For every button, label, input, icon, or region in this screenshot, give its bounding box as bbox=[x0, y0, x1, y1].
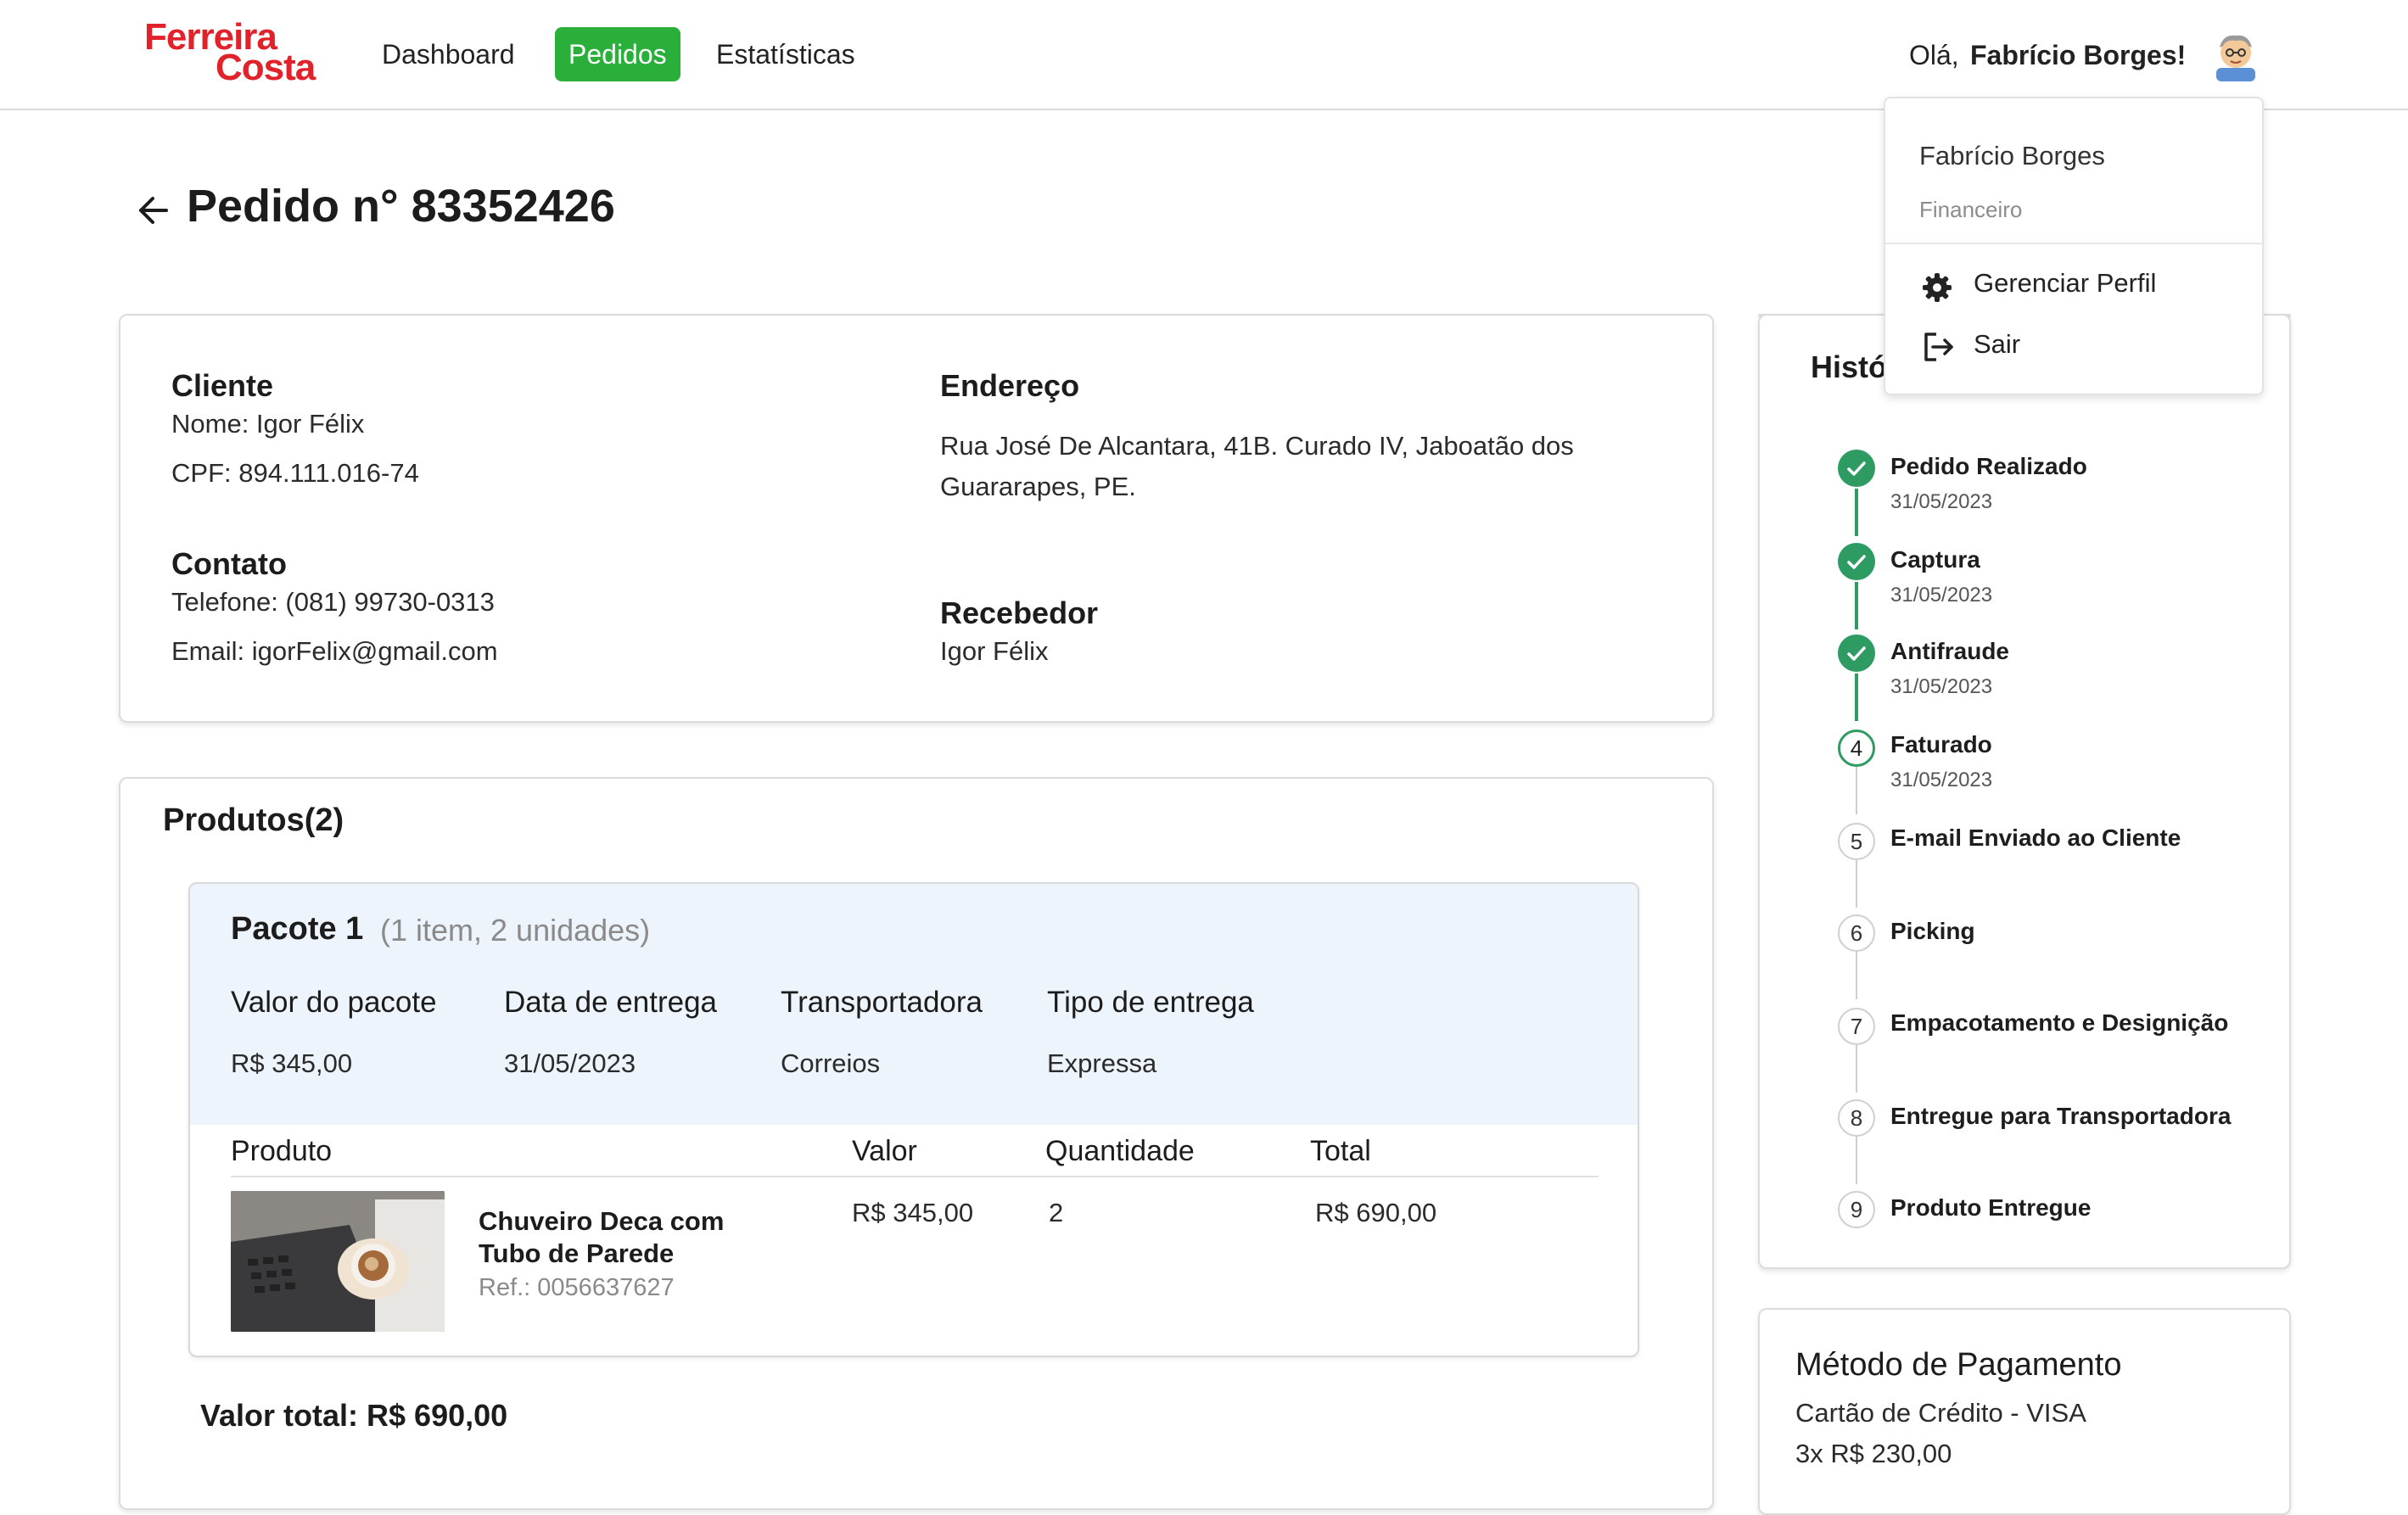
product-quantity: 2 bbox=[1049, 1198, 1064, 1227]
package-title: Pacote 1 bbox=[231, 911, 364, 947]
history-heading: Histó bbox=[1811, 349, 1887, 384]
field-label-valor-pacote: Valor do pacote bbox=[231, 986, 437, 1019]
nav-pedidos[interactable]: Pedidos bbox=[555, 27, 680, 81]
avatar-icon bbox=[2216, 35, 2255, 81]
field-value-valor-pacote: R$ 345,00 bbox=[231, 1048, 353, 1078]
order-total: Valor total: R$ 690,00 bbox=[200, 1398, 508, 1433]
step-number: 5 bbox=[1838, 823, 1875, 860]
greeting-prefix: Olá, bbox=[1909, 40, 1959, 70]
client-cpf: CPF: 894.111.016-74 bbox=[171, 458, 419, 488]
step-date: 31/05/2023 bbox=[1890, 769, 1993, 791]
step-number: 6 bbox=[1838, 914, 1875, 952]
page-title: Pedido n° 83352426 bbox=[187, 181, 615, 232]
timeline-connector bbox=[1856, 1137, 1857, 1184]
step-date: 31/05/2023 bbox=[1890, 490, 1993, 513]
field-label-transportadora: Transportadora bbox=[781, 986, 983, 1019]
col-header-valor: Valor bbox=[852, 1135, 917, 1167]
payment-installments: 3x R$ 230,00 bbox=[1795, 1439, 1952, 1468]
menu-user-name: Fabrício Borges bbox=[1919, 141, 2105, 171]
timeline-connector bbox=[1856, 860, 1857, 908]
timeline-connector bbox=[1856, 767, 1857, 814]
nav-dashboard[interactable]: Dashboard bbox=[382, 32, 515, 76]
client-name: Nome: Igor Félix bbox=[171, 409, 365, 439]
field-value-data-entrega: 31/05/2023 bbox=[504, 1048, 636, 1078]
contact-phone: Telefone: (081) 99730-0313 bbox=[171, 587, 495, 617]
step-title: E-mail Enviado ao Cliente bbox=[1890, 825, 2181, 851]
package-panel: Pacote 1 (1 item, 2 unidades) Valor do p… bbox=[188, 882, 1639, 1357]
field-label-tipo-entrega: Tipo de entrega bbox=[1047, 986, 1254, 1019]
address-heading: Endereço bbox=[940, 368, 1080, 403]
step-title: Faturado bbox=[1890, 731, 1992, 758]
menu-divider bbox=[1885, 243, 2262, 244]
package-subtitle: (1 item, 2 unidades) bbox=[380, 913, 651, 948]
timeline-connector bbox=[1855, 582, 1858, 629]
top-navbar: Ferreira Costa Dashboard Pedidos Estatís… bbox=[0, 0, 2408, 110]
payment-heading: Método de Pagamento bbox=[1795, 1347, 2122, 1383]
step-done-check-icon bbox=[1838, 450, 1875, 487]
col-header-total: Total bbox=[1310, 1135, 1371, 1167]
address-text: Rua José De Alcantara, 41B. Curado IV, J… bbox=[940, 431, 1574, 501]
product-thumbnail[interactable] bbox=[231, 1191, 445, 1332]
step-date: 31/05/2023 bbox=[1890, 584, 1993, 607]
menu-item-logout[interactable]: Sair bbox=[1885, 319, 2262, 378]
step-number: 9 bbox=[1838, 1191, 1875, 1228]
step-current-number: 4 bbox=[1838, 730, 1875, 767]
step-title: Captura bbox=[1890, 546, 1980, 573]
gear-icon bbox=[1921, 271, 1953, 304]
customer-info-card: Cliente Nome: Igor Félix CPF: 894.111.01… bbox=[119, 314, 1714, 723]
timeline-connector bbox=[1856, 952, 1857, 999]
product-image bbox=[231, 1191, 445, 1332]
timeline-connector bbox=[1855, 674, 1858, 721]
receiver-heading: Recebedor bbox=[940, 595, 1099, 630]
receiver-name: Igor Félix bbox=[940, 636, 1049, 666]
field-value-transportadora: Correios bbox=[781, 1048, 881, 1078]
step-number: 8 bbox=[1838, 1099, 1875, 1137]
menu-logout-label: Sair bbox=[1974, 329, 2021, 359]
client-heading: Cliente bbox=[171, 368, 274, 403]
payment-card: Método de Pagamento Cartão de Crédito - … bbox=[1758, 1308, 2291, 1515]
step-title: Pedido Realizado bbox=[1890, 453, 2087, 479]
timeline-connector bbox=[1855, 489, 1858, 536]
col-header-produto: Produto bbox=[231, 1135, 333, 1167]
logout-icon bbox=[1921, 329, 1957, 365]
step-title: Antifraude bbox=[1890, 638, 2009, 664]
step-date: 31/05/2023 bbox=[1890, 675, 1993, 698]
field-label-data-entrega: Data de entrega bbox=[504, 986, 718, 1019]
greeting-user-name: Fabrício Borges! bbox=[1970, 40, 2187, 70]
menu-manage-label: Gerenciar Perfil bbox=[1974, 268, 2157, 298]
step-title: Empacotamento e Designição bbox=[1890, 1009, 2229, 1036]
step-done-check-icon bbox=[1838, 635, 1875, 672]
product-name-line2[interactable]: Tubo de Parede bbox=[479, 1238, 674, 1269]
products-heading: Produtos(2) bbox=[163, 802, 344, 838]
timeline-connector bbox=[1856, 1045, 1857, 1093]
field-value-tipo-entrega: Expressa bbox=[1047, 1048, 1157, 1078]
step-title: Picking bbox=[1890, 918, 1975, 944]
user-dropdown-menu: Fabrício Borges Financeiro Gerenciar Per… bbox=[1884, 97, 2264, 395]
step-number: 7 bbox=[1838, 1008, 1875, 1045]
step-title: Entregue para Transportadora bbox=[1890, 1103, 2232, 1129]
product-ref: Ref.: 0056637627 bbox=[479, 1274, 675, 1301]
user-avatar[interactable] bbox=[2211, 29, 2260, 81]
table-divider bbox=[231, 1176, 1599, 1177]
product-name-line1[interactable]: Chuveiro Deca com bbox=[479, 1206, 724, 1237]
contact-email: Email: igorFelix@gmail.com bbox=[171, 636, 498, 666]
contact-heading: Contato bbox=[171, 546, 287, 581]
nav-estatisticas[interactable]: Estatísticas bbox=[716, 32, 855, 76]
payment-method: Cartão de Crédito - VISA bbox=[1795, 1398, 2086, 1428]
back-arrow-icon[interactable] bbox=[136, 188, 170, 232]
ferreira-costa-logo[interactable]: Ferreira Costa bbox=[143, 19, 321, 90]
step-done-check-icon bbox=[1838, 543, 1875, 580]
col-header-quantidade: Quantidade bbox=[1045, 1135, 1195, 1167]
menu-user-role: Financeiro bbox=[1919, 197, 2023, 222]
step-title: Produto Entregue bbox=[1890, 1194, 2092, 1221]
product-value: R$ 345,00 bbox=[852, 1198, 974, 1227]
menu-item-manage-profile[interactable]: Gerenciar Perfil bbox=[1885, 258, 2262, 317]
logo-line2: Costa bbox=[216, 47, 316, 88]
product-total: R$ 690,00 bbox=[1315, 1198, 1437, 1227]
